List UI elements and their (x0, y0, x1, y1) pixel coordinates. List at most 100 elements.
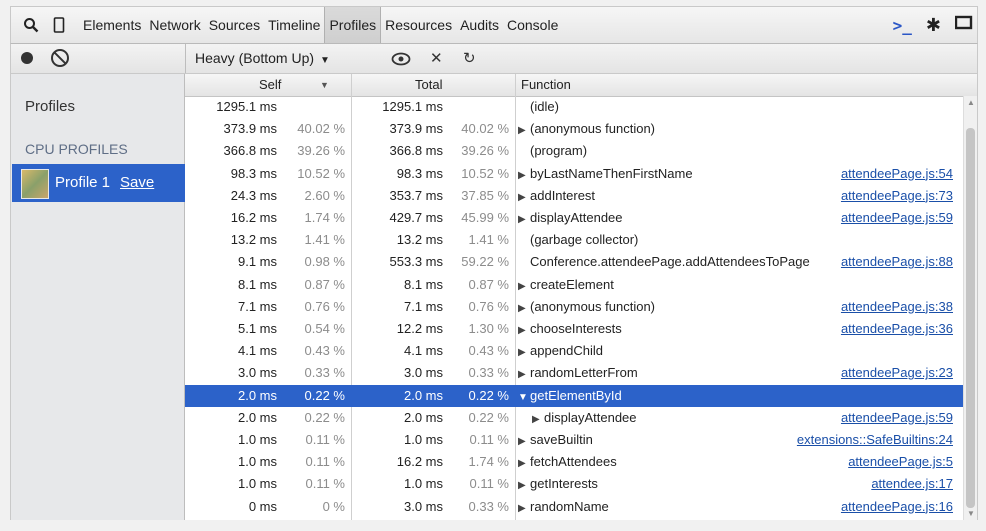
total-percent: 1.41 % (468, 232, 509, 248)
source-link[interactable]: attendeePage.js:16 (841, 496, 953, 518)
expanded-triangle-icon[interactable]: ▼ (518, 387, 530, 409)
view-mode-select[interactable]: Heavy (Bottom Up) ▼ (195, 44, 330, 73)
device-mode-icon[interactable] (49, 15, 69, 35)
expand-triangle-icon[interactable]: ▶ (518, 364, 530, 386)
focus-eye-icon[interactable] (391, 44, 411, 73)
expand-triangle-icon[interactable]: ▶ (518, 209, 530, 231)
function-cell: (idle) (518, 96, 958, 118)
expand-triangle-icon[interactable]: ▶ (518, 298, 530, 320)
restore-icon[interactable]: ↻ (463, 44, 476, 73)
column-function[interactable]: Function (521, 74, 571, 96)
total-time: 98.3 ms (396, 165, 443, 181)
table-row[interactable]: 8.1 ms 0.87 % 8.1 ms 0.87 % ▶ createElement (185, 274, 963, 296)
expand-triangle-icon[interactable]: ▶ (518, 431, 530, 453)
total-percent: 59.22 % (461, 254, 509, 270)
total-percent: 0.33 % (468, 365, 509, 381)
total-time: 1295.1 ms (382, 99, 443, 114)
source-link[interactable]: attendeePage.js:38 (841, 296, 953, 318)
profile-data-grid: Self ▼ Total Function 1295.1 ms 1295.1 ms… (185, 74, 978, 520)
expand-triangle-icon[interactable]: ▶ (518, 276, 530, 298)
self-percent: 10.52 % (297, 165, 345, 181)
column-total[interactable]: Total (415, 74, 442, 96)
column-self[interactable]: Self (259, 74, 281, 96)
expand-triangle-icon[interactable]: ▶ (518, 165, 530, 187)
total-percent: 0.22 % (468, 409, 509, 425)
table-row[interactable]: 13.2 ms 1.41 % 13.2 ms 1.41 % (garbage colle… (185, 229, 963, 251)
clear-icon[interactable] (51, 49, 69, 67)
source-link[interactable]: attendeePage.js:23 (841, 362, 953, 384)
table-row[interactable]: 24.3 ms 2.60 % 353.7 ms 37.85 % ▶ addInterest… (185, 185, 963, 207)
tab-sources[interactable]: Sources (205, 7, 264, 43)
expand-triangle-icon[interactable]: ▶ (518, 475, 530, 497)
source-link[interactable]: attendeePage.js:36 (841, 318, 953, 340)
table-row[interactable]: 9.1 ms 0.98 % 553.3 ms 59.22 % Conference.at… (185, 251, 963, 273)
self-time: 0 ms (248, 498, 277, 514)
tab-resources[interactable]: Resources (381, 7, 456, 43)
source-link[interactable]: extensions::SafeBuiltins:24 (797, 429, 953, 451)
source-link[interactable]: attendeePage.js:54 (841, 163, 953, 185)
table-row[interactable]: 2.0 ms 0.22 % 2.0 ms 0.22 % ▼ getElementById (185, 384, 963, 409)
self-time: 2.0 ms (237, 409, 277, 425)
gear-icon[interactable]: ✱ (926, 15, 941, 36)
self-time: 7.1 ms (237, 298, 277, 314)
table-row[interactable]: 1.0 ms 0.11 % 1.0 ms 0.11 % ▶ getInterests att… (185, 473, 963, 495)
self-percent: 1.41 % (304, 232, 345, 248)
function-cell: (garbage collector) (518, 229, 958, 251)
table-row[interactable]: 5.1 ms 0.54 % 12.2 ms 1.30 % ▶ chooseInterest… (185, 318, 963, 340)
table-row[interactable]: 1295.1 ms 1295.1 ms (idle) (185, 96, 963, 118)
function-name: displayAttendee (530, 210, 623, 225)
expand-triangle-icon[interactable]: ▶ (532, 409, 544, 431)
table-row[interactable]: 16.2 ms 1.74 % 429.7 ms 45.99 % ▶ displayAtte… (185, 207, 963, 229)
scroll-down-icon[interactable]: ▼ (967, 509, 975, 518)
save-link[interactable]: Save (120, 174, 154, 191)
source-link[interactable]: attendee.js:17 (871, 473, 953, 495)
table-row[interactable]: 1.0 ms 0.11 % 1.0 ms 0.11 % ▶ saveBuiltin exte… (185, 429, 963, 451)
devtools-window: Elements Network Sources Timeline Profil… (0, 0, 986, 531)
tab-console[interactable]: Console (503, 7, 562, 43)
sort-desc-icon: ▼ (320, 80, 329, 90)
console-drawer-icon[interactable]: >_ (893, 16, 912, 35)
source-link[interactable]: attendeePage.js:88 (841, 251, 953, 273)
exclude-x-icon[interactable]: ✕ (430, 44, 443, 73)
expand-triangle-icon[interactable]: ▶ (518, 498, 530, 520)
table-row[interactable]: 366.8 ms 39.26 % 366.8 ms 39.26 % (program) (185, 140, 963, 162)
tab-audits[interactable]: Audits (456, 7, 503, 43)
expand-triangle-icon[interactable]: ▶ (518, 453, 530, 475)
scroll-up-icon[interactable]: ▲ (967, 98, 975, 107)
expand-triangle-icon[interactable]: ▶ (518, 320, 530, 342)
table-row[interactable]: 98.3 ms 10.52 % 98.3 ms 10.52 % ▶ byLastNameT… (185, 163, 963, 185)
record-icon[interactable] (21, 52, 33, 64)
table-row[interactable]: 373.9 ms 40.02 % 373.9 ms 40.02 % ▶ (anonymou… (185, 118, 963, 140)
scrollbar-thumb[interactable] (966, 128, 975, 508)
table-row[interactable]: 1.0 ms 0.11 % 16.2 ms 1.74 % ▶ fetchAttendees… (185, 451, 963, 473)
search-icon[interactable] (21, 15, 41, 35)
total-percent: 1.30 % (468, 321, 509, 336)
dock-icon[interactable] (954, 15, 973, 36)
total-percent: 0.87 % (468, 276, 509, 292)
source-link[interactable]: attendeePage.js:59 (841, 407, 953, 429)
self-percent: 1.74 % (304, 210, 345, 225)
source-link[interactable]: attendeePage.js:5 (848, 451, 953, 473)
panel-tabs: Elements Network Sources Timeline Profil… (79, 7, 562, 43)
total-percent: 39.26 % (461, 143, 509, 159)
table-row[interactable]: 7.1 ms 0.76 % 7.1 ms 0.76 % ▶ (anonymous func… (185, 296, 963, 318)
tab-timeline[interactable]: Timeline (264, 7, 324, 43)
expand-triangle-icon[interactable]: ▶ (518, 120, 530, 142)
expand-triangle-icon[interactable]: ▶ (518, 187, 530, 209)
table-row[interactable]: 2.0 ms 0.22 % 2.0 ms 0.22 % ▶ displayAttendee… (185, 407, 963, 429)
total-time: 366.8 ms (389, 143, 443, 159)
table-row[interactable]: 0 ms 0 % 3.0 ms 0.33 % ▶ randomName attendeePa… (185, 496, 963, 518)
self-time: 16.2 ms (230, 210, 277, 225)
function-name: saveBuiltin (530, 432, 593, 447)
record-controls (11, 44, 186, 73)
source-link[interactable]: attendeePage.js:59 (841, 207, 953, 229)
vertical-scrollbar[interactable]: ▲ ▼ (963, 96, 977, 520)
source-link[interactable]: attendeePage.js:73 (841, 185, 953, 207)
tab-profiles[interactable]: Profiles (324, 7, 382, 43)
expand-triangle-icon[interactable]: ▶ (518, 342, 530, 364)
tab-network[interactable]: Network (145, 7, 204, 43)
tab-elements[interactable]: Elements (79, 7, 145, 43)
table-row[interactable]: 4.1 ms 0.43 % 4.1 ms 0.43 % ▶ appendChild (185, 340, 963, 362)
sidebar-item-profile-1[interactable]: Profile 1 Save (12, 164, 185, 202)
table-row[interactable]: 3.0 ms 0.33 % 3.0 ms 0.33 % ▶ randomLetterFro… (185, 362, 963, 384)
